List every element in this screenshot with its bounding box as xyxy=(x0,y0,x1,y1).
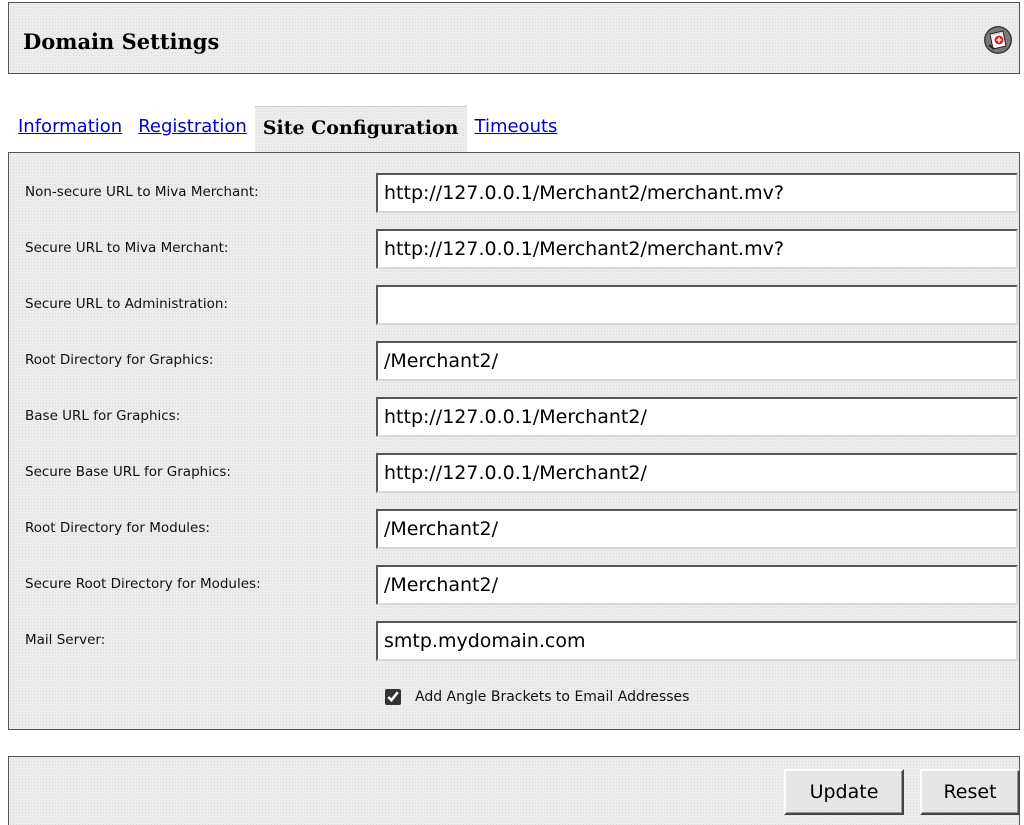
secure-graphics-base-url-label: Secure Base URL for Graphics: xyxy=(25,464,231,480)
update-button[interactable]: Update xyxy=(784,769,904,815)
email-brackets-label: Add Angle Brackets to Email Addresses xyxy=(415,689,690,705)
modules-root-input[interactable] xyxy=(376,509,1018,549)
field-row-mail-server: Mail Server: xyxy=(9,621,1019,661)
title-bar: Domain Settings xyxy=(8,2,1020,74)
field-row-nonsecure-url: Non-secure URL to Miva Merchant: xyxy=(9,173,1019,213)
mail-server-input[interactable] xyxy=(376,621,1018,661)
secure-admin-url-label: Secure URL to Administration: xyxy=(25,296,228,312)
field-row-graphics-root: Root Directory for Graphics: xyxy=(9,341,1019,381)
page-title: Domain Settings xyxy=(23,29,220,54)
mail-server-label: Mail Server: xyxy=(25,632,106,648)
email-brackets-checkbox[interactable] xyxy=(385,689,401,705)
tab-information[interactable]: Information xyxy=(10,106,131,152)
field-row-secure-admin-url: Secure URL to Administration: xyxy=(9,285,1019,325)
field-row-modules-root: Root Directory for Modules: xyxy=(9,509,1019,549)
modules-root-label: Root Directory for Modules: xyxy=(25,520,210,536)
site-configuration-form: Non-secure URL to Miva Merchant: Secure … xyxy=(8,152,1020,730)
secure-url-label: Secure URL to Miva Merchant: xyxy=(25,240,229,256)
graphics-root-input[interactable] xyxy=(376,341,1018,381)
field-row-secure-modules-root: Secure Root Directory for Modules: xyxy=(9,565,1019,605)
reset-button[interactable]: Reset xyxy=(920,769,1020,815)
secure-url-input[interactable] xyxy=(376,229,1018,269)
field-row-secure-graphics-base-url: Secure Base URL for Graphics: xyxy=(9,453,1019,493)
help-book-icon[interactable] xyxy=(983,25,1013,55)
tab-bar: Information Registration Site Configurat… xyxy=(10,106,566,152)
nonsecure-url-label: Non-secure URL to Miva Merchant: xyxy=(25,184,259,200)
secure-admin-url-input[interactable] xyxy=(376,285,1018,325)
field-row-secure-url: Secure URL to Miva Merchant: xyxy=(9,229,1019,269)
secure-modules-root-input[interactable] xyxy=(376,565,1018,605)
field-row-graphics-base-url: Base URL for Graphics: xyxy=(9,397,1019,437)
secure-modules-root-label: Secure Root Directory for Modules: xyxy=(25,576,261,592)
graphics-base-url-input[interactable] xyxy=(376,397,1018,437)
action-bar: Update Reset xyxy=(8,756,1020,825)
tab-timeouts[interactable]: Timeouts xyxy=(466,106,566,152)
graphics-root-label: Root Directory for Graphics: xyxy=(25,352,214,368)
secure-graphics-base-url-input[interactable] xyxy=(376,453,1018,493)
email-brackets-row: Add Angle Brackets to Email Addresses xyxy=(385,685,689,709)
tab-site-configuration[interactable]: Site Configuration xyxy=(254,106,467,152)
graphics-base-url-label: Base URL for Graphics: xyxy=(25,408,181,424)
nonsecure-url-input[interactable] xyxy=(376,173,1018,213)
tab-registration[interactable]: Registration xyxy=(130,106,255,152)
